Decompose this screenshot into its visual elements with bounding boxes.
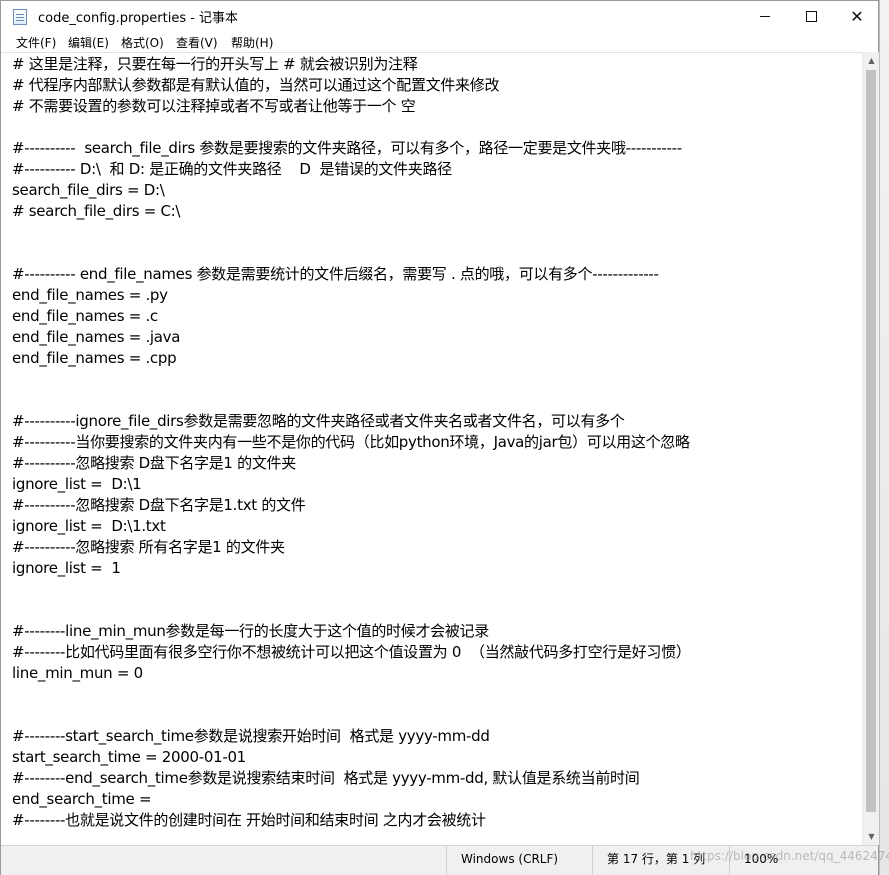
text-line: ignore_list = D:\1.txt [12, 517, 166, 535]
background-window-edge [879, 0, 889, 875]
text-line: ignore_list = D:\1 [12, 475, 142, 493]
text-line: end_file_names = .py [12, 286, 168, 304]
text-line: end_file_names = .c [12, 307, 158, 325]
text-line: #---------- D:\ 和 D: 是正确的文件夹路径 D 是错误的文件夹… [12, 160, 452, 178]
text-line: #--------也就是说文件的创建时间在 开始时间和结束时间 之内才会被统计 [12, 811, 486, 829]
text-line: line_min_mun = 0 [12, 664, 143, 682]
text-line: #----------ignore_file_dirs参数是需要忽略的文件夹路径… [12, 412, 625, 430]
maximize-button[interactable] [788, 1, 834, 32]
text-line: # 代程序内部默认参数都是有默认值的，当然可以通过这个配置文件来修改 [12, 76, 500, 94]
menu-help[interactable]: 帮助(H) [229, 34, 275, 51]
close-icon: ✕ [850, 6, 864, 26]
menu-bar: 文件(F) 编辑(E) 格式(O) 查看(V) 帮助(H) [1, 32, 878, 52]
text-line: #----------忽略搜索 所有名字是1 的文件夹 [12, 538, 285, 556]
text-line: #---------- end_file_names 参数是需要统计的文件后缀名… [12, 265, 659, 283]
notepad-window: code_config.properties - 记事本 ✕ 文件(F) 编辑(… [0, 0, 879, 875]
minimize-button[interactable] [742, 1, 788, 32]
menu-file[interactable]: 文件(F) [14, 34, 58, 51]
text-line: end_file_names = .cpp [12, 349, 177, 367]
text-line: # 这里是注释，只要在每一行的开头写上 # 就会被识别为注释 [12, 55, 418, 73]
text-line: #----------当你要搜索的文件夹内有一些不是你的代码（比如python环… [12, 433, 690, 451]
status-encoding: Windows (CRLF) [446, 846, 592, 875]
text-line: search_file_dirs = D:\ [12, 181, 165, 199]
text-line: #--------比如代码里面有很多空行你不想被统计可以把这个值设置为 0 （当… [12, 643, 691, 661]
text-line: end_search_time = [12, 790, 152, 808]
text-line: end_file_names = .java [12, 328, 181, 346]
menu-format[interactable]: 格式(O) [119, 34, 166, 51]
watermark: https://blog.csdn.net/qq_44624742 [690, 849, 889, 863]
text-line: ignore_list = 1 [12, 559, 121, 577]
scrollbar-thumb[interactable] [866, 70, 876, 812]
text-line: #--------end_search_time参数是说搜索结束时间 格式是 y… [12, 769, 640, 787]
notepad-icon[interactable] [13, 9, 27, 25]
menu-edit[interactable]: 编辑(E) [66, 34, 111, 51]
text-line: start_search_time = 2000-01-01 [12, 748, 246, 766]
close-button[interactable]: ✕ [834, 1, 880, 32]
text-line: #--------line_min_mun参数是每一行的长度大于这个值的时候才会… [12, 622, 489, 640]
window-title: code_config.properties - 记事本 [38, 11, 239, 26]
scroll-down-arrow-icon[interactable]: ▼ [863, 828, 880, 845]
text-line: #--------start_search_time参数是说搜索开始时间 格式是… [12, 727, 490, 745]
text-line: #----------忽略搜索 D盘下名字是1 的文件夹 [12, 454, 296, 472]
menu-view[interactable]: 查看(V) [174, 34, 220, 51]
text-editor-area[interactable]: # 这里是注释，只要在每一行的开头写上 # 就会被识别为注释 # 代程序内部默认参… [1, 52, 862, 846]
minimize-icon [760, 16, 770, 17]
maximize-icon [805, 11, 817, 22]
text-line: # search_file_dirs = C:\ [12, 202, 181, 220]
text-line: #----------忽略搜索 D盘下名字是1.txt 的文件 [12, 496, 306, 514]
scroll-up-arrow-icon[interactable]: ▲ [863, 52, 880, 69]
vertical-scrollbar[interactable]: ▲ ▼ [862, 52, 879, 845]
text-line: # 不需要设置的参数可以注释掉或者不写或者让他等于一个 空 [12, 97, 416, 115]
text-line: #---------- search_file_dirs 参数是要搜索的文件夹路… [12, 139, 682, 157]
title-bar[interactable]: code_config.properties - 记事本 ✕ [1, 1, 878, 32]
